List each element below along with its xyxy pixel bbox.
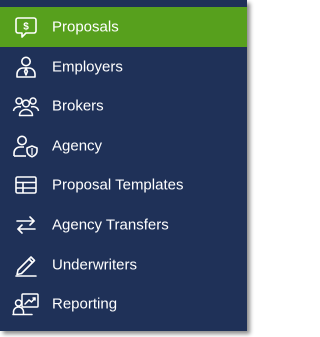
menu-item-label: Proposals [52, 18, 119, 36]
menu-item-label: Proposal Templates [52, 176, 184, 194]
reporting-icon [12, 292, 40, 316]
menu-item-label: Agency Transfers [52, 216, 169, 234]
menu-item-label: Reporting [52, 295, 118, 313]
pencil-icon [12, 253, 40, 277]
menu-item-label: Underwriters [52, 256, 138, 274]
menu-item-brokers[interactable]: Brokers [0, 86, 247, 126]
employer-icon [12, 55, 40, 79]
menu-item-label: Employers [52, 58, 123, 76]
template-table-icon [12, 173, 40, 197]
menu-item-employers[interactable]: Employers [0, 47, 247, 87]
menu-item-proposals[interactable]: $ Proposals [0, 7, 247, 47]
agency-icon [12, 134, 40, 158]
menu-item-label: Brokers [52, 97, 104, 115]
side-menu: $ Proposals Employers Brokers Agency Pro… [0, 0, 247, 331]
menu-item-agency-transfers[interactable]: Agency Transfers [0, 205, 247, 245]
menu-item-proposal-templates[interactable]: Proposal Templates [0, 165, 247, 205]
menu-item-label: Agency [52, 137, 103, 155]
menu-item-reporting[interactable]: Reporting [0, 284, 247, 324]
menu-item-underwriters[interactable]: Underwriters [0, 245, 247, 285]
brokers-icon [12, 94, 40, 118]
transfer-arrows-icon [12, 213, 40, 237]
menu-item-agency[interactable]: Agency [0, 126, 247, 166]
proposal-icon: $ [12, 15, 40, 39]
svg-text:$: $ [23, 22, 29, 33]
